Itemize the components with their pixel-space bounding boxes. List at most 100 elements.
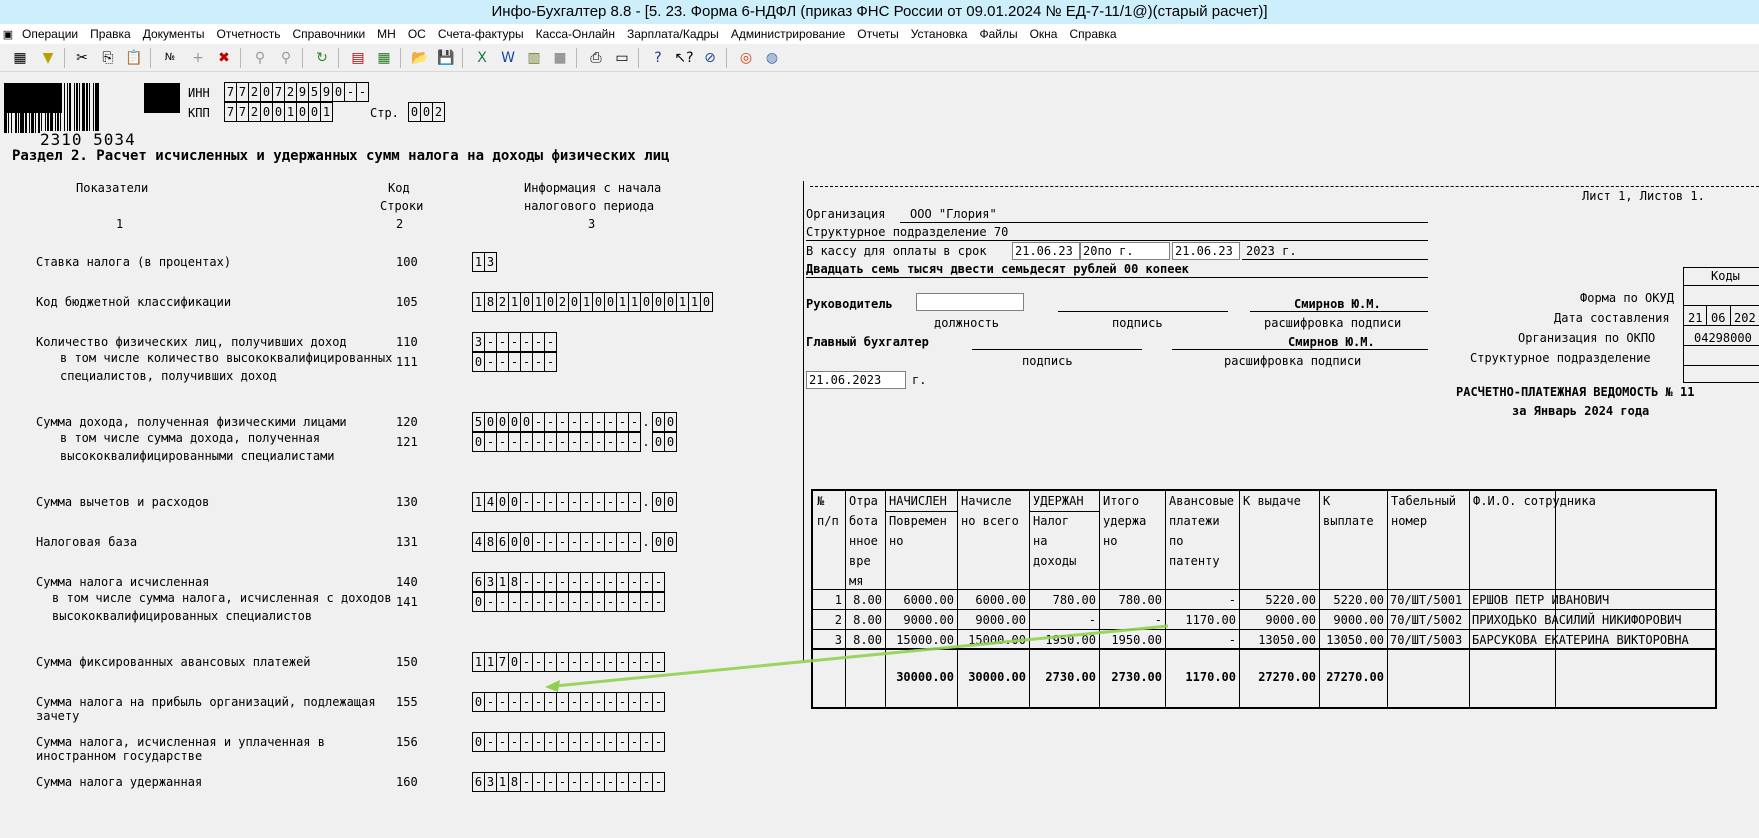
indicator-label: Сумма налога исчисленная xyxy=(36,575,210,589)
digit-cell[interactable]: - xyxy=(652,652,665,672)
menu-5[interactable]: МН xyxy=(371,24,402,44)
export-icon[interactable]: ▥ xyxy=(524,48,544,68)
compass-icon[interactable]: ⊘ xyxy=(700,48,720,68)
paste-icon[interactable]: 📋 xyxy=(124,48,144,68)
calculator-icon[interactable]: ▦ xyxy=(374,48,394,68)
lifebuoy-icon[interactable]: ◎ xyxy=(736,48,756,68)
payroll-cell-withheld[interactable]: 1950.00 xyxy=(1102,630,1162,650)
context-help-icon[interactable]: ↖? xyxy=(674,48,694,68)
payroll-cell-advance[interactable]: - xyxy=(1168,630,1236,650)
payroll-cell-tax[interactable]: 1950.00 xyxy=(1032,630,1096,650)
date-field[interactable]: 21.06.2023 xyxy=(806,371,906,389)
menu-8[interactable]: Касса-Онлайн xyxy=(530,24,621,44)
payroll-cell-withheld[interactable]: 780.00 xyxy=(1102,590,1162,610)
menu-6[interactable]: ОС xyxy=(402,24,432,44)
cash-date-from-field[interactable]: 21.06.23 xyxy=(1012,242,1080,260)
payroll-cell-tab[interactable]: 70/ШТ/5001 xyxy=(1390,590,1466,610)
payroll-cell-issue[interactable]: 13050.00 xyxy=(1242,630,1316,650)
digit-cell[interactable]: 1 xyxy=(320,102,333,122)
system-menu-icon[interactable]: ▣ xyxy=(0,25,16,45)
indicator-label: Сумма налога, исчисленная и уплаченная в xyxy=(36,735,325,749)
menu-2[interactable]: Документы xyxy=(137,24,211,44)
payroll-cell-tax[interactable]: 780.00 xyxy=(1032,590,1096,610)
digit-cell[interactable]: - xyxy=(652,572,665,592)
digit-cell[interactable]: 2 xyxy=(432,102,445,122)
payroll-cell-worked[interactable]: 8.00 xyxy=(848,610,882,630)
digit-cell[interactable]: - xyxy=(544,352,557,372)
digit-cell[interactable]: - xyxy=(652,772,665,792)
cut-icon[interactable]: ✂ xyxy=(72,48,92,68)
payroll-cell-time[interactable]: 15000.00 xyxy=(888,630,954,650)
cash-year-field[interactable]: 20по г. xyxy=(1080,242,1170,260)
open-folder-icon[interactable]: 📂 xyxy=(410,48,430,68)
payroll-cell-advance[interactable]: 1170.00 xyxy=(1168,610,1236,630)
cash-date-to-field[interactable]: 21.06.23 xyxy=(1172,242,1240,260)
decimal-cell[interactable]: 0 xyxy=(664,432,677,452)
payroll-cell-tab[interactable]: 70/ШТ/5002 xyxy=(1390,610,1466,630)
payroll-cell-tab[interactable]: 70/ШТ/5003 xyxy=(1390,630,1466,650)
digit-cell[interactable]: 3 xyxy=(484,252,497,272)
menu-7[interactable]: Счета-фактуры xyxy=(432,24,530,44)
print-preview-icon[interactable]: ▭ xyxy=(612,48,632,68)
payroll-cell-fio[interactable]: ПРИХОДЬКО ВАСИЛИЙ НИКИФОРОВИЧ xyxy=(1472,610,1712,630)
word-icon[interactable]: W xyxy=(498,48,518,68)
disabled-export-icon[interactable]: ■ xyxy=(550,48,570,68)
decimal-cell[interactable]: 0 xyxy=(664,412,677,432)
save-icon[interactable]: 💾 xyxy=(436,48,456,68)
payroll-cell-pay[interactable]: 9000.00 xyxy=(1322,610,1384,630)
payroll-cell-n[interactable]: 3 xyxy=(816,630,842,650)
payroll-cell-tax[interactable]: - xyxy=(1032,610,1096,630)
decimal-cell[interactable]: 0 xyxy=(664,532,677,552)
help-icon[interactable]: ? xyxy=(648,48,668,68)
globe-settings-icon[interactable]: ◍ xyxy=(762,48,782,68)
menu-13[interactable]: Файлы xyxy=(973,24,1023,44)
payroll-cell-pay[interactable]: 13050.00 xyxy=(1322,630,1384,650)
digit-cell[interactable]: 0 xyxy=(700,292,713,312)
menu-4[interactable]: Справочники xyxy=(286,24,371,44)
add-icon[interactable]: + xyxy=(188,48,208,68)
copy-icon[interactable]: ⎘ xyxy=(98,48,118,68)
digit-cell[interactable]: - xyxy=(652,592,665,612)
numbering-icon[interactable]: № xyxy=(160,48,180,68)
menu-12[interactable]: Установка xyxy=(905,24,974,44)
payroll-cell-n[interactable]: 1 xyxy=(816,590,842,610)
digit-cell[interactable]: - xyxy=(544,332,557,352)
payroll-cell-pay[interactable]: 5220.00 xyxy=(1322,590,1384,610)
menu-11[interactable]: Отчеты xyxy=(851,24,904,44)
decimal-cell[interactable]: 0 xyxy=(664,492,677,512)
menu-15[interactable]: Справка xyxy=(1063,24,1122,44)
unpin-icon[interactable]: ⚲ xyxy=(276,48,296,68)
filter-icon[interactable]: ▼ xyxy=(38,48,58,68)
document-report-icon[interactable]: ▤ xyxy=(348,48,368,68)
payroll-cell-worked[interactable]: 8.00 xyxy=(848,590,882,610)
print-icon[interactable]: ⎙ xyxy=(586,48,606,68)
head-position-field[interactable] xyxy=(916,293,1024,311)
menu-1[interactable]: Правка xyxy=(84,24,137,44)
payroll-cell-time[interactable]: 9000.00 xyxy=(888,610,954,630)
payroll-cell-total[interactable]: 9000.00 xyxy=(960,610,1026,630)
menu-9[interactable]: Зарплата/Кадры xyxy=(621,24,725,44)
menu-0[interactable]: Операции xyxy=(16,24,84,44)
payroll-cell-total[interactable]: 15000.00 xyxy=(960,630,1026,650)
payroll-cell-time[interactable]: 6000.00 xyxy=(888,590,954,610)
menu-14[interactable]: Окна xyxy=(1024,24,1064,44)
excel-icon[interactable]: X xyxy=(472,48,492,68)
payroll-cell-total[interactable]: 6000.00 xyxy=(960,590,1026,610)
refresh-icon[interactable]: ↻ xyxy=(312,48,332,68)
payroll-cell-fio[interactable]: ЕРШОВ ПЕТР ИВАНОВИЧ xyxy=(1472,590,1712,610)
delete-icon[interactable]: ✖ xyxy=(214,48,234,68)
payroll-cell-withheld[interactable]: - xyxy=(1102,610,1162,630)
menu-3[interactable]: Отчетность xyxy=(211,24,287,44)
calculator-grid-icon[interactable]: ▦ xyxy=(10,48,30,68)
digit-cell[interactable]: - xyxy=(652,692,665,712)
payroll-cell-worked[interactable]: 8.00 xyxy=(848,630,882,650)
payroll-cell-n[interactable]: 2 xyxy=(816,610,842,630)
digit-cell[interactable]: - xyxy=(356,82,369,102)
digit-cell[interactable]: - xyxy=(652,732,665,752)
menu-10[interactable]: Администрирование xyxy=(725,24,851,44)
payroll-cell-advance[interactable]: - xyxy=(1168,590,1236,610)
payroll-cell-fio[interactable]: БАРСУКОВА ЕКАТЕРИНА ВИКТОРОВНА xyxy=(1472,630,1712,650)
payroll-cell-issue[interactable]: 9000.00 xyxy=(1242,610,1316,630)
pin-icon[interactable]: ⚲ xyxy=(250,48,270,68)
payroll-cell-issue[interactable]: 5220.00 xyxy=(1242,590,1316,610)
